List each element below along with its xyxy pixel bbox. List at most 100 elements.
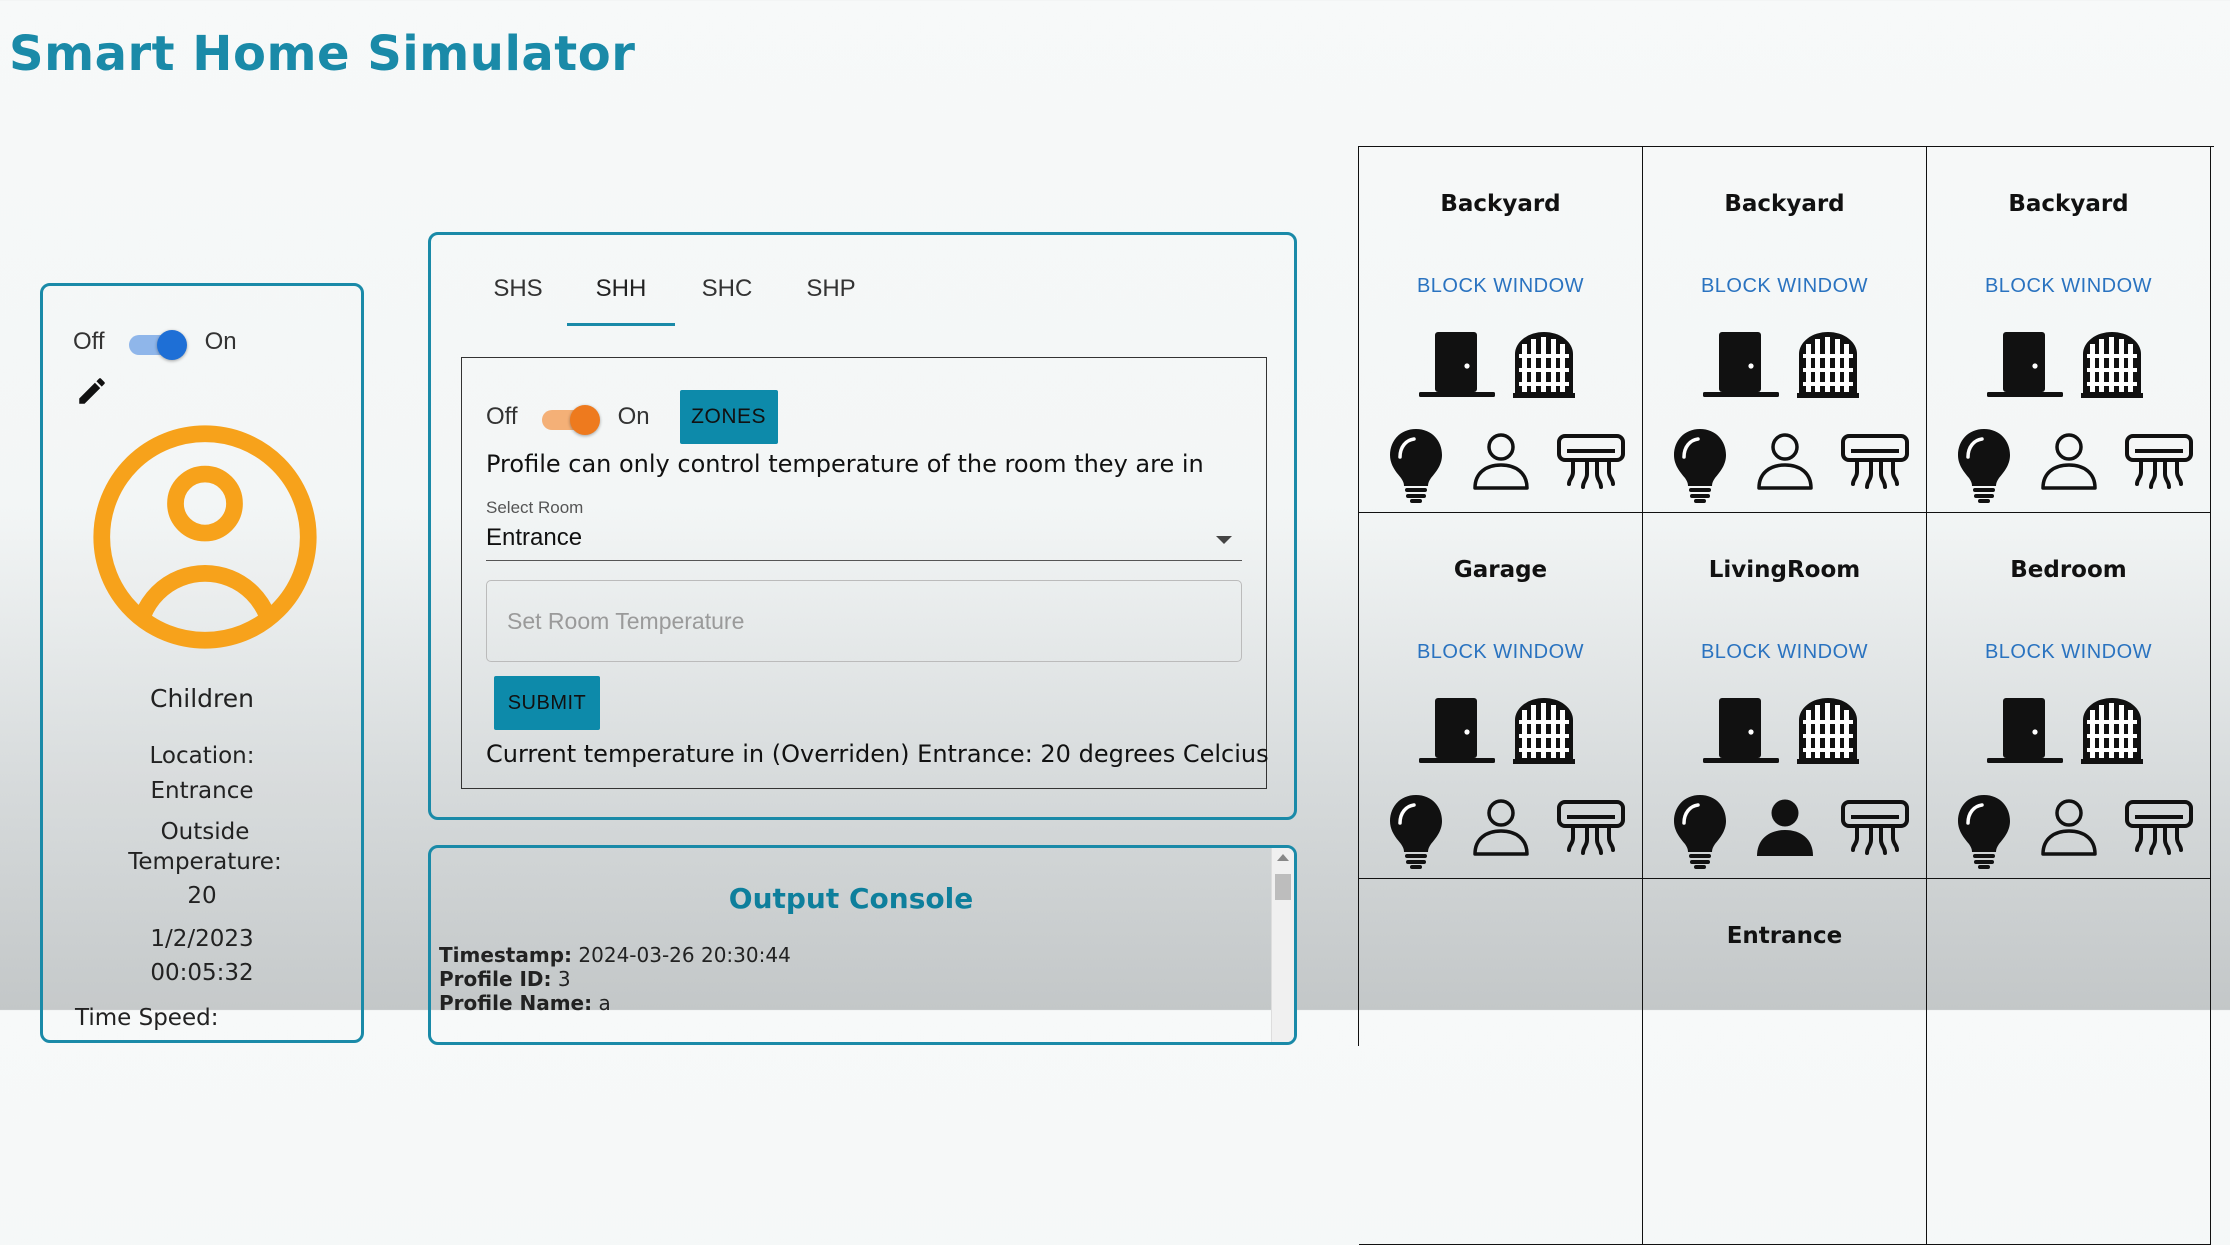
window-icon[interactable]	[2081, 696, 2143, 764]
profile-id-label: Profile ID:	[439, 967, 552, 991]
room-cell: LivingRoom BLOCK WINDOW	[1643, 513, 1927, 879]
room-cell	[1359, 879, 1643, 1245]
room-cell: Garage BLOCK WINDOW	[1359, 513, 1643, 879]
room-select[interactable]: Entrance	[486, 520, 1242, 561]
profile-power-toggle-row: Off On	[73, 328, 237, 360]
window-icon[interactable]	[2081, 330, 2143, 398]
block-window-button[interactable]: BLOCK WINDOW	[1359, 275, 1642, 298]
house-layout-grid: Backyard BLOCK WINDOW Backyard BLOCK WINDOW…	[1358, 146, 2214, 1245]
select-room-label: Select Room	[486, 498, 584, 517]
console-scrollbar[interactable]	[1271, 848, 1294, 1042]
door-icon[interactable]	[1419, 698, 1495, 764]
room-cell: Entrance	[1643, 879, 1927, 1245]
door-icon[interactable]	[1987, 698, 2063, 764]
console-line: Timestamp: 2024-03-26 20:30:44	[439, 943, 791, 967]
room-name: Backyard	[2008, 191, 2129, 217]
door-icon[interactable]	[1987, 332, 2063, 398]
output-console: Output Console Timestamp: 2024-03-26 20:…	[428, 845, 1297, 1045]
scroll-thumb[interactable]	[1275, 874, 1291, 900]
tab-shp[interactable]: SHP	[779, 275, 883, 326]
door-icon[interactable]	[1419, 332, 1495, 398]
person-icon	[2039, 798, 2099, 856]
scroll-up-icon[interactable]	[1277, 854, 1289, 861]
air-conditioner-icon[interactable]	[1841, 434, 1909, 490]
profile-card: Off On Children Location: Entrance Outsi…	[40, 283, 364, 1043]
block-window-button[interactable]: BLOCK WINDOW	[1927, 275, 2210, 298]
profile-name-label: Profile Name:	[439, 991, 593, 1015]
room-name: Backyard	[1724, 191, 1845, 217]
air-conditioner-icon[interactable]	[1557, 800, 1625, 856]
tab-shc[interactable]: SHC	[675, 275, 779, 326]
timestamp-label: Timestamp:	[439, 943, 573, 967]
on-label: On	[617, 403, 650, 430]
timestamp-value: 2024-03-26 20:30:44	[578, 943, 791, 967]
window-icon[interactable]	[1797, 696, 1859, 764]
person-icon	[1471, 798, 1531, 856]
room-cell: Backyard BLOCK WINDOW	[1359, 147, 1643, 513]
room-cell: Backyard BLOCK WINDOW	[1927, 147, 2211, 513]
lightbulb-icon[interactable]	[1955, 793, 2013, 869]
room-name: LivingRoom	[1708, 557, 1861, 583]
tab-shh[interactable]: SHH	[567, 275, 675, 326]
switch-knob	[569, 405, 600, 435]
off-label: Off	[486, 403, 518, 430]
location-value: Entrance	[150, 778, 254, 804]
current-temperature-text: Current temperature in (Overriden) Entra…	[486, 740, 1269, 768]
air-conditioner-icon[interactable]	[1841, 800, 1909, 856]
room-name: Entrance	[1726, 923, 1843, 949]
time-speed-label: Time Speed:	[75, 1005, 219, 1031]
avatar-icon	[93, 425, 317, 649]
room-cell	[1927, 879, 2211, 1245]
block-window-button[interactable]: BLOCK WINDOW	[1927, 641, 2210, 664]
submit-button[interactable]: SUBMIT	[494, 676, 600, 730]
lightbulb-icon[interactable]	[1671, 427, 1729, 503]
window-icon[interactable]	[1513, 696, 1575, 764]
block-window-button[interactable]: BLOCK WINDOW	[1359, 641, 1642, 664]
door-icon[interactable]	[1703, 332, 1779, 398]
door-icon[interactable]	[1703, 698, 1779, 764]
shh-toggle-row: Off On ZONES	[486, 390, 778, 444]
window-icon[interactable]	[1797, 330, 1859, 398]
lightbulb-icon[interactable]	[1955, 427, 2013, 503]
off-label: Off	[73, 328, 105, 355]
shh-power-switch[interactable]	[541, 405, 600, 435]
profile-power-switch[interactable]	[128, 330, 187, 360]
selected-room: Entrance	[486, 524, 583, 551]
profile-id-value: 3	[557, 967, 571, 991]
room-name: Backyard	[1440, 191, 1561, 217]
module-control-panel: SHS SHH SHC SHP Off On ZONES Profile can…	[428, 232, 1297, 820]
room-name: Garage	[1453, 557, 1548, 583]
dropdown-caret-icon	[1216, 536, 1232, 544]
room-name: Bedroom	[2010, 557, 2127, 583]
window-icon[interactable]	[1513, 330, 1575, 398]
tab-shs[interactable]: SHS	[469, 275, 567, 326]
shh-panel: Off On ZONES Profile can only control te…	[461, 357, 1269, 789]
air-conditioner-icon[interactable]	[2125, 434, 2193, 490]
lightbulb-icon[interactable]	[1387, 793, 1445, 869]
simulation-date: 1/2/2023	[150, 926, 254, 952]
room-cell: Backyard BLOCK WINDOW	[1643, 147, 1927, 513]
person-icon	[1755, 432, 1815, 490]
outside-temperature-value: 20	[187, 883, 217, 909]
console-line: Profile Name: a	[439, 991, 791, 1015]
outside-temperature-label: Outside Temperature:	[128, 819, 282, 875]
profile-name: Children	[149, 684, 255, 713]
block-window-button[interactable]: BLOCK WINDOW	[1643, 275, 1926, 298]
on-label: On	[204, 328, 237, 355]
location-label: Location:	[149, 743, 255, 769]
profile-name-value: a	[598, 991, 611, 1015]
switch-knob	[156, 330, 187, 360]
air-conditioner-icon[interactable]	[1557, 434, 1625, 490]
console-title: Output Console	[728, 882, 974, 915]
simulation-time: 00:05:32	[150, 960, 254, 986]
console-log: Timestamp: 2024-03-26 20:30:44 Profile I…	[439, 943, 791, 1015]
lightbulb-icon[interactable]	[1671, 793, 1729, 869]
pencil-icon[interactable]	[75, 374, 109, 408]
person-icon	[2039, 432, 2099, 490]
block-window-button[interactable]: BLOCK WINDOW	[1643, 641, 1926, 664]
air-conditioner-icon[interactable]	[2125, 800, 2193, 856]
app-title: Smart Home Simulator	[9, 26, 636, 82]
room-temperature-input[interactable]	[486, 580, 1242, 662]
lightbulb-icon[interactable]	[1387, 427, 1445, 503]
zones-button[interactable]: ZONES	[679, 390, 778, 444]
